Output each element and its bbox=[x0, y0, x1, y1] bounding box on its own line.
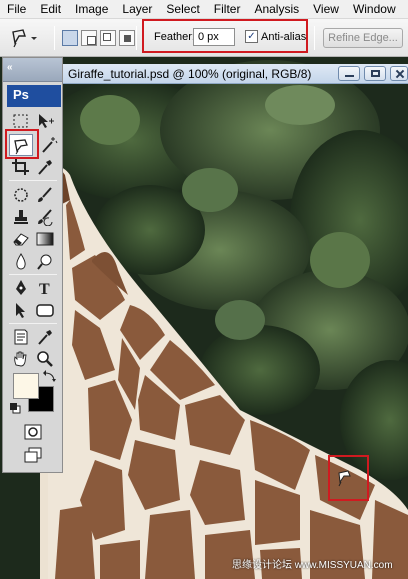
options-separator bbox=[54, 26, 55, 50]
svg-text:T: T bbox=[39, 281, 50, 297]
menu-file[interactable]: File bbox=[0, 0, 33, 19]
sampler-eyedropper-tool[interactable] bbox=[35, 328, 55, 346]
rectangular-marquee-tool[interactable] bbox=[11, 112, 31, 130]
healing-brush-tool[interactable] bbox=[11, 186, 31, 204]
quick-mask-icon bbox=[24, 424, 42, 440]
menu-bar: File Edit Image Layer Select Filter Anal… bbox=[0, 0, 408, 19]
toolbox-divider bbox=[9, 323, 57, 324]
path-selection-icon bbox=[16, 303, 25, 318]
options-bar: Feather: ✓ Anti-alias Refine Edge... bbox=[0, 19, 408, 57]
type-icon: T bbox=[39, 281, 50, 298]
eyedropper-tool[interactable] bbox=[35, 158, 55, 176]
eyedropper-icon bbox=[38, 160, 52, 175]
restore-button[interactable] bbox=[364, 66, 386, 81]
marquee-icon bbox=[13, 114, 28, 128]
menu-analysis[interactable]: Analysis bbox=[247, 0, 306, 19]
shape-tool[interactable] bbox=[35, 301, 55, 319]
minimize-button[interactable] bbox=[338, 66, 360, 81]
close-button[interactable] bbox=[390, 66, 408, 81]
menu-view[interactable]: View bbox=[306, 0, 346, 19]
lasso-tool-highlight-box bbox=[5, 129, 39, 159]
toolbox-header[interactable]: « bbox=[3, 58, 62, 82]
eyedropper-icon bbox=[38, 330, 52, 345]
document-title-bar[interactable]: Giraffe_tutorial.psd @ 100% (original, R… bbox=[62, 64, 408, 84]
gradient-tool[interactable] bbox=[35, 230, 55, 248]
polygonal-lasso-icon bbox=[12, 29, 37, 48]
blur-tool[interactable] bbox=[11, 252, 31, 270]
gradient-icon bbox=[36, 232, 54, 246]
screen-mode-icon bbox=[24, 447, 42, 463]
default-colors-icon[interactable] bbox=[9, 402, 21, 414]
toolbox-divider bbox=[9, 180, 57, 181]
tool-preset-picker[interactable] bbox=[9, 26, 43, 50]
menu-image[interactable]: Image bbox=[68, 0, 115, 19]
hand-icon bbox=[14, 351, 27, 367]
watermark-text: 思缘设计论坛 www.MISSYUAN.com bbox=[232, 560, 393, 571]
add-to-selection-button[interactable] bbox=[81, 30, 97, 46]
crop-icon bbox=[12, 159, 29, 175]
menu-layer[interactable]: Layer bbox=[115, 0, 159, 19]
selection-mode-group bbox=[62, 30, 135, 46]
swap-colors-icon[interactable] bbox=[43, 370, 57, 382]
screen-mode-button[interactable] bbox=[23, 446, 43, 464]
toolbox-panel: « Ps T bbox=[2, 57, 63, 473]
intersect-selection-button[interactable] bbox=[119, 30, 135, 46]
new-selection-button[interactable] bbox=[62, 30, 78, 46]
notes-tool[interactable] bbox=[11, 328, 31, 346]
dodge-tool[interactable] bbox=[35, 252, 55, 270]
foreground-color-swatch[interactable] bbox=[13, 373, 39, 399]
zoom-magnifier-icon bbox=[37, 351, 53, 367]
zoom-tool[interactable] bbox=[35, 350, 55, 368]
menu-select[interactable]: Select bbox=[159, 0, 206, 19]
toolbox-divider bbox=[9, 274, 57, 275]
collapse-chevron-icon[interactable]: « bbox=[7, 62, 13, 73]
menu-filter[interactable]: Filter bbox=[207, 0, 248, 19]
move-icon bbox=[39, 114, 54, 128]
crop-tool[interactable] bbox=[11, 158, 31, 176]
hand-tool[interactable] bbox=[11, 350, 31, 368]
options-separator bbox=[314, 26, 315, 50]
clone-stamp-icon bbox=[14, 210, 28, 224]
eraser-tool[interactable] bbox=[11, 230, 31, 248]
eraser-icon bbox=[13, 233, 29, 246]
brush-tool[interactable] bbox=[35, 186, 55, 204]
history-brush-icon bbox=[38, 209, 53, 227]
move-tool[interactable] bbox=[35, 112, 55, 130]
menu-window[interactable]: Window bbox=[346, 0, 403, 19]
magic-wand-icon bbox=[42, 137, 58, 153]
refine-edge-button[interactable]: Refine Edge... bbox=[323, 28, 403, 48]
history-brush-tool[interactable] bbox=[35, 208, 55, 227]
brush-icon bbox=[38, 187, 52, 202]
subtract-from-selection-button[interactable] bbox=[100, 30, 116, 46]
rounded-rectangle-icon bbox=[36, 304, 54, 317]
clone-stamp-tool[interactable] bbox=[11, 208, 31, 226]
dodge-icon bbox=[37, 254, 52, 270]
menu-edit[interactable]: Edit bbox=[33, 0, 68, 19]
ps-logo: Ps bbox=[7, 85, 61, 107]
type-tool[interactable]: T bbox=[35, 279, 55, 298]
document-title: Giraffe_tutorial.psd @ 100% (original, R… bbox=[68, 67, 312, 81]
pen-icon bbox=[16, 280, 26, 295]
options-separator bbox=[136, 26, 137, 50]
notes-icon bbox=[14, 329, 28, 345]
blur-drop-icon bbox=[16, 253, 26, 270]
healing-brush-icon bbox=[14, 188, 28, 202]
feather-highlight-box bbox=[142, 19, 308, 53]
polygonal-lasso-cursor-icon bbox=[338, 470, 351, 487]
pen-tool[interactable] bbox=[11, 279, 31, 297]
path-selection-tool[interactable] bbox=[11, 301, 31, 319]
quick-mask-button[interactable] bbox=[23, 423, 43, 441]
magic-wand-tool[interactable] bbox=[39, 136, 59, 154]
